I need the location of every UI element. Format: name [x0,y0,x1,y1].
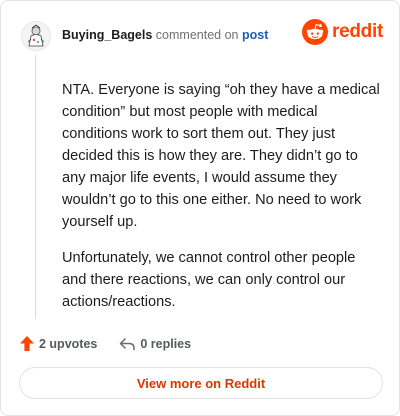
post-link[interactable]: post [242,28,268,42]
meta-text: commented on [155,28,239,42]
comment-header: Buying_Bagels commented on post [62,27,268,43]
username-link[interactable]: Buying_Bagels [62,28,152,42]
thread-line [35,55,36,319]
comment-paragraph-1: NTA. Everyone is saying “oh they have a … [62,82,380,230]
avatar-image [22,22,50,50]
upvote-button[interactable]: 2 upvotes [19,335,97,352]
avatar[interactable] [21,21,51,51]
reply-count: 0 replies [140,336,192,351]
comment-actions: 2 upvotes 0 replies [19,335,191,352]
comment-embed-card: Buying_Bagels commented on post reddit N… [0,0,400,416]
comment-paragraph-2: Unfortunately, we cannot control other p… [62,250,356,310]
reply-arrow-icon [120,337,136,350]
upvote-arrow-icon [20,336,34,351]
reddit-logo[interactable]: reddit [302,19,383,45]
logo-wordmark: reddit [332,21,383,42]
comment-body: NTA. Everyone is saying “oh they have a … [62,79,382,327]
reddit-snoo-icon [302,19,329,45]
upvote-count: 2 upvotes [39,336,98,351]
reply-button[interactable]: 0 replies [119,337,191,351]
view-more-button[interactable]: View more on Reddit [19,367,383,399]
